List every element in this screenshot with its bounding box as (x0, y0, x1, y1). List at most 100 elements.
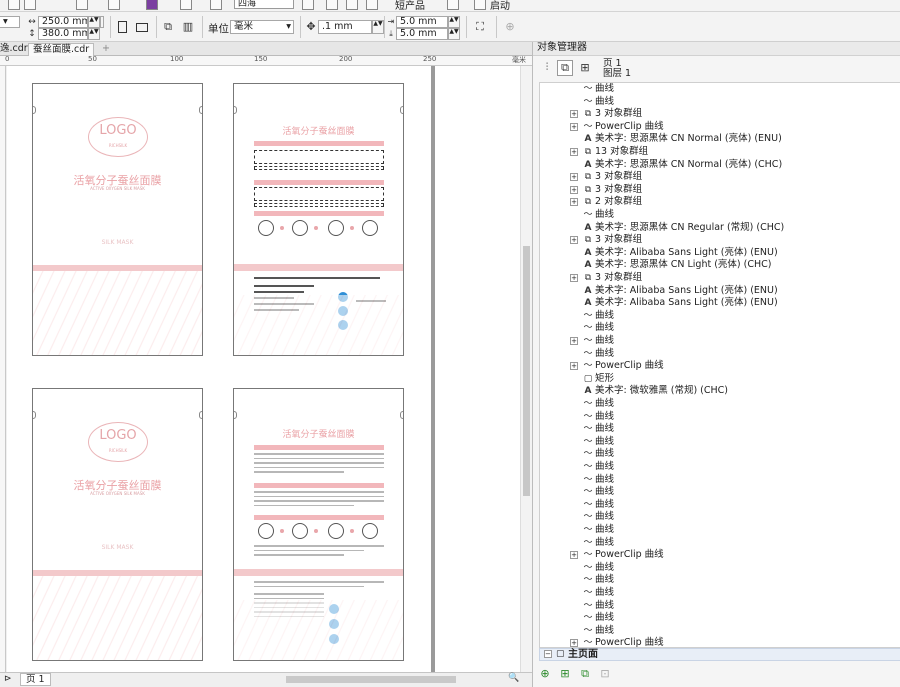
guidelines-icon[interactable] (366, 0, 378, 10)
new-tab-button[interactable]: + (98, 43, 114, 56)
scroll-thumb[interactable] (523, 246, 530, 496)
tree-row[interactable]: 〜曲线 (540, 83, 890, 96)
delete-icon[interactable]: ⊡ (597, 666, 613, 682)
tree-row[interactable]: A 美术字: 思源黑体 CN Normal (亮体) (ENU) (540, 133, 890, 146)
all-pages-icon[interactable]: ⧉ (160, 19, 176, 35)
tree-row[interactable]: 〜曲线 (540, 486, 890, 499)
tree-row[interactable]: 〜曲线 (540, 448, 890, 461)
tree-row[interactable]: + ⧉ 3 对象群组 (540, 234, 890, 247)
tree-row[interactable]: 〜曲线 (540, 423, 890, 436)
tree-row[interactable]: 〜曲线 (540, 587, 890, 600)
expand-icon[interactable]: + (570, 148, 578, 156)
tree-row[interactable]: 〜曲线 (540, 600, 890, 613)
paper-size-select[interactable]: ▾ (0, 16, 20, 28)
launch-label[interactable]: 启动 (490, 0, 510, 11)
tree-row[interactable]: + 〜曲线 (540, 335, 890, 348)
landscape-icon[interactable] (134, 19, 150, 35)
tree-row[interactable]: ▢ 矩形 (540, 373, 890, 386)
duplicate-y-input[interactable]: 5.0 mm (396, 28, 448, 40)
export-icon[interactable] (210, 0, 222, 10)
page-tab-1[interactable]: 页 1 (20, 673, 51, 686)
expand-icon[interactable]: + (570, 110, 578, 119)
tree-row[interactable]: 〜曲线 (540, 612, 890, 625)
expand-icon[interactable]: + (570, 198, 578, 207)
page-width-input[interactable]: 250.0 mm (38, 16, 88, 28)
object-tree[interactable]: 〜曲线〜曲线 + ⧉ 3 对象群组 + 〜 PowerClip 曲线 A 美术字: 思源黑体 C… (539, 82, 900, 648)
tree-row[interactable]: 〜曲线 (540, 474, 890, 487)
expand-icon[interactable]: + (570, 185, 578, 194)
expand-icon[interactable]: + (570, 236, 578, 245)
tree-row[interactable]: + 〜 PowerClip 曲线 (540, 549, 890, 562)
master-page-row[interactable]: − ▢ 主页面 (539, 648, 900, 661)
nudge-input[interactable]: .1 mm (318, 20, 372, 34)
tree-row[interactable]: + ⧉ 3 对象群组 (540, 184, 890, 197)
page-nav-icon[interactable]: ⊳ (4, 674, 12, 684)
tree-row[interactable]: + ⧉ 3 对象群组 (540, 272, 890, 285)
copy-icon[interactable] (8, 0, 20, 10)
tree-row[interactable]: + ⧉ 2 对象群组 (540, 196, 890, 209)
tree-row[interactable]: + ⧉ 13 对象群组 (540, 146, 890, 159)
tree-row[interactable]: 〜曲线 (540, 524, 890, 537)
tree-row[interactable]: 〜曲线 (540, 562, 890, 575)
app-launcher-icon[interactable] (146, 0, 158, 10)
current-page-icon[interactable]: ▥ (180, 19, 196, 35)
front-page-2[interactable]: LOGO RICHSILK 活氧分子蚕丝面膜 ACTIVE OXYGEN SIL… (32, 388, 203, 661)
tree-row[interactable]: 〜曲线 (540, 625, 890, 638)
tree-row[interactable]: 〜曲线 (540, 398, 890, 411)
quick-customize-icon[interactable]: ⊕ (502, 19, 518, 35)
launch-icon[interactable] (474, 0, 486, 10)
rulers-icon[interactable] (326, 0, 338, 10)
tree-row[interactable]: 〜曲线 (540, 511, 890, 524)
duplicate-x-input[interactable]: 5.0 mm (396, 16, 448, 28)
tree-row[interactable]: 〜曲线 (540, 499, 890, 512)
expand-icon[interactable]: + (570, 274, 578, 282)
expand-icon[interactable]: + (570, 639, 578, 647)
new-master-layer-icon[interactable]: ⊞ (557, 666, 573, 682)
tree-row[interactable]: 〜曲线 (540, 96, 890, 109)
expand-icon[interactable]: + (570, 173, 578, 182)
front-page-1[interactable]: LOGO RICHSILK 活氧分子蚕丝面膜 ACTIVE OXYGEN SIL… (32, 83, 203, 356)
collapse-icon[interactable]: − (544, 650, 552, 658)
horizontal-scroll-thumb[interactable] (286, 676, 456, 683)
layer-manager-view-icon[interactable]: ⊞ (577, 60, 593, 76)
height-spinner[interactable]: ▲▼ (88, 28, 100, 40)
zoom-select[interactable]: 四海 (234, 0, 294, 9)
tree-row[interactable]: A 美术字: 微软雅黑 (常规) (CHC) (540, 385, 890, 398)
tree-row[interactable]: 〜曲线 (540, 537, 890, 550)
tree-row[interactable]: 〜曲线 (540, 411, 890, 424)
fullscreen-icon[interactable] (302, 0, 314, 10)
show-properties-icon[interactable]: ⫶ (539, 60, 555, 76)
tree-row[interactable]: A 美术字: 思源黑体 CN Light (亮体) (CHC) (540, 259, 890, 272)
tree-row[interactable]: 〜曲线 (540, 348, 890, 361)
tab-doc-2[interactable]: 蚕丝面膜.cdr (28, 43, 95, 56)
tree-row[interactable]: + ⧉ 3 对象群组 (540, 108, 890, 121)
redo-icon[interactable] (108, 0, 120, 10)
import-icon[interactable] (180, 0, 192, 10)
undo-icon[interactable] (76, 0, 88, 10)
tree-row[interactable]: A 美术字: 思源黑体 CN Regular (常规) (CHC) (540, 222, 890, 235)
unit-select[interactable]: 毫米 ▾ (230, 20, 294, 34)
tree-row[interactable]: 〜曲线 (540, 322, 890, 335)
tree-row[interactable]: + 〜 PowerClip 曲线 (540, 121, 890, 134)
vertical-ruler[interactable] (0, 66, 6, 672)
new-layer-icon[interactable]: ⊕ (537, 666, 553, 682)
expand-icon[interactable]: + (570, 362, 578, 371)
new-master-layer-all-icon[interactable]: ⧉ (577, 666, 593, 682)
tree-row[interactable]: A 美术字: Alibaba Sans Light (亮体) (ENU) (540, 285, 890, 298)
options-icon[interactable] (447, 0, 459, 10)
tree-row[interactable]: 〜曲线 (540, 461, 890, 474)
horizontal-ruler[interactable]: 0 50 100 150 200 250 毫米 (0, 55, 532, 66)
tree-row[interactable]: A 美术字: 思源黑体 CN Normal (亮体) (CHC) (540, 159, 890, 172)
expand-icon[interactable]: + (570, 551, 578, 560)
tree-row[interactable]: 〜曲线 (540, 310, 890, 323)
portrait-icon[interactable] (114, 19, 130, 35)
expand-icon[interactable]: + (570, 122, 578, 131)
tree-row[interactable]: A 美术字: Alibaba Sans Light (亮体) (ENU) (540, 247, 890, 260)
paste-icon[interactable] (24, 0, 36, 10)
grid-icon[interactable] (346, 0, 358, 10)
tree-row[interactable]: A 美术字: Alibaba Sans Light (亮体) (ENU) (540, 297, 890, 310)
back-page-1[interactable]: 活氧分子蚕丝面膜 (233, 83, 404, 356)
width-spinner-2[interactable] (100, 16, 104, 28)
tree-row[interactable]: 〜曲线 (540, 209, 890, 222)
page-frame-icon[interactable]: ⛶ (472, 19, 488, 35)
